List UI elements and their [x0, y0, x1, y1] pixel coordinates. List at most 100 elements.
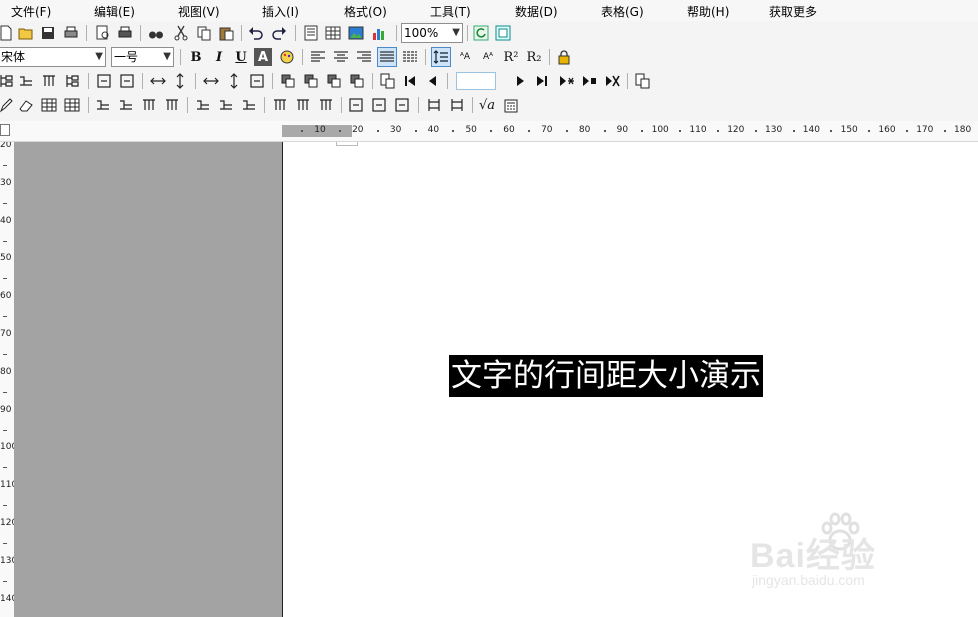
align-cell-middle-icon[interactable]: [239, 95, 259, 115]
menu-item[interactable]: 工具(T): [430, 3, 471, 20]
menu-item[interactable]: 数据(D): [515, 3, 558, 20]
equal-width-icon[interactable]: [148, 71, 168, 91]
split-left-icon[interactable]: [93, 95, 113, 115]
fit-cell-icon[interactable]: [247, 71, 267, 91]
align-right-icon[interactable]: [354, 47, 374, 67]
decrease-font-icon[interactable]: Aᴬ: [477, 47, 499, 67]
page-view-icon[interactable]: [493, 23, 513, 43]
bold-button[interactable]: B: [186, 47, 206, 67]
superscript-button[interactable]: R²: [501, 47, 521, 67]
align-cell-right-icon[interactable]: [216, 95, 236, 115]
distribute-icon[interactable]: [400, 47, 420, 67]
subscript-button[interactable]: R₂: [524, 47, 544, 67]
equal-height-icon[interactable]: [170, 71, 190, 91]
menu-item[interactable]: 格式(O): [344, 3, 387, 20]
menu-item[interactable]: 表格(G): [601, 3, 644, 20]
append-record-icon[interactable]: [556, 71, 576, 91]
refresh-icon[interactable]: [471, 23, 491, 43]
ruler-tick-label: 40: [427, 125, 440, 135]
font-color-button[interactable]: A: [254, 48, 272, 66]
font-name-select[interactable]: 宋体 ▼: [0, 47, 106, 67]
menu-item[interactable]: 编辑(E): [94, 3, 135, 20]
split-bottom-icon[interactable]: [162, 95, 182, 115]
lock-icon[interactable]: [554, 47, 574, 67]
distribute-cols-icon[interactable]: [293, 95, 313, 115]
align-cell-left-icon[interactable]: [193, 95, 213, 115]
bring-to-front-icon[interactable]: [324, 71, 344, 91]
align-left-icon[interactable]: [308, 47, 328, 67]
underline-button[interactable]: U: [231, 47, 251, 67]
redo-icon[interactable]: [269, 23, 289, 43]
increase-font-icon[interactable]: ᴬA: [454, 47, 476, 67]
formula-sqrt-button[interactable]: √a: [477, 95, 497, 115]
toolbar-separator: [140, 25, 141, 41]
split-right-icon[interactable]: [116, 95, 136, 115]
border-top-icon[interactable]: [346, 95, 366, 115]
eraser-icon[interactable]: [16, 95, 36, 115]
insert-column-icon[interactable]: [62, 71, 82, 91]
table-grid-icon[interactable]: [62, 95, 82, 115]
cancel-record-icon[interactable]: [602, 71, 622, 91]
new-record-icon[interactable]: [377, 71, 397, 91]
indent-marker[interactable]: [336, 142, 358, 146]
menu-item[interactable]: 获取更多: [769, 3, 817, 20]
fit-height-icon[interactable]: [224, 71, 244, 91]
selected-text[interactable]: 文字的行间距大小演示: [449, 355, 763, 397]
split-cell-icon[interactable]: [0, 71, 16, 91]
send-backward-icon[interactable]: [301, 71, 321, 91]
merge-row-icon[interactable]: [16, 71, 36, 91]
next-record-icon[interactable]: [510, 71, 530, 91]
ruler-corner-button[interactable]: [0, 124, 10, 136]
print-icon[interactable]: [115, 23, 135, 43]
ruler-tick-dot: [641, 130, 644, 132]
new-file-icon[interactable]: [0, 23, 16, 43]
calculator-icon[interactable]: [501, 95, 521, 115]
italic-button[interactable]: I: [209, 47, 229, 67]
menu-item[interactable]: 帮助(H): [687, 3, 729, 20]
highlight-icon[interactable]: [277, 47, 297, 67]
distribute-rows-icon[interactable]: [270, 95, 290, 115]
border-middle-icon[interactable]: [369, 95, 389, 115]
save-icon[interactable]: [38, 23, 58, 43]
last-record-icon[interactable]: [532, 71, 552, 91]
print-preview-icon[interactable]: [93, 23, 113, 43]
ruler-tick-label: 20: [352, 125, 364, 135]
insert-image-icon[interactable]: [346, 23, 366, 43]
column-merge-icon[interactable]: [447, 95, 467, 115]
undo-icon[interactable]: [246, 23, 266, 43]
first-record-icon[interactable]: [400, 71, 420, 91]
print-setup-icon[interactable]: [61, 23, 81, 43]
paste-icon[interactable]: [216, 23, 236, 43]
align-justify-icon[interactable]: [377, 47, 397, 67]
insert-chart-icon[interactable]: [369, 23, 389, 43]
column-split-icon[interactable]: [424, 95, 444, 115]
bring-forward-icon[interactable]: [278, 71, 298, 91]
zoom-select[interactable]: 100% ▼: [401, 23, 463, 43]
send-to-back-icon[interactable]: [347, 71, 367, 91]
cut-icon[interactable]: [171, 23, 191, 43]
record-number-input[interactable]: [456, 72, 496, 90]
insert-textbox-icon[interactable]: [301, 23, 321, 43]
line-spacing-icon[interactable]: [431, 47, 451, 67]
cell-center-icon[interactable]: [94, 71, 114, 91]
open-folder-icon[interactable]: [16, 23, 36, 43]
insert-row-icon[interactable]: [39, 71, 59, 91]
fit-width-icon[interactable]: [201, 71, 221, 91]
distribute-all-icon[interactable]: [316, 95, 336, 115]
copy-record-icon[interactable]: [632, 71, 652, 91]
cell-border-icon[interactable]: [117, 71, 137, 91]
border-bottom-icon[interactable]: [392, 95, 412, 115]
split-top-icon[interactable]: [139, 95, 159, 115]
align-center-icon[interactable]: [331, 47, 351, 67]
previous-record-icon[interactable]: [423, 71, 443, 91]
insert-table-icon[interactable]: [323, 23, 343, 43]
copy-icon[interactable]: [194, 23, 214, 43]
draw-pencil-icon[interactable]: [0, 95, 16, 115]
draw-table-icon[interactable]: [39, 95, 59, 115]
font-size-select[interactable]: 一号 ▼: [111, 47, 174, 67]
menu-item[interactable]: 插入(I): [262, 3, 299, 20]
find-binoculars-icon[interactable]: [146, 23, 166, 43]
menu-item[interactable]: 文件(F): [11, 3, 51, 20]
delete-record-icon[interactable]: [579, 71, 599, 91]
menu-item[interactable]: 视图(V): [178, 3, 220, 20]
